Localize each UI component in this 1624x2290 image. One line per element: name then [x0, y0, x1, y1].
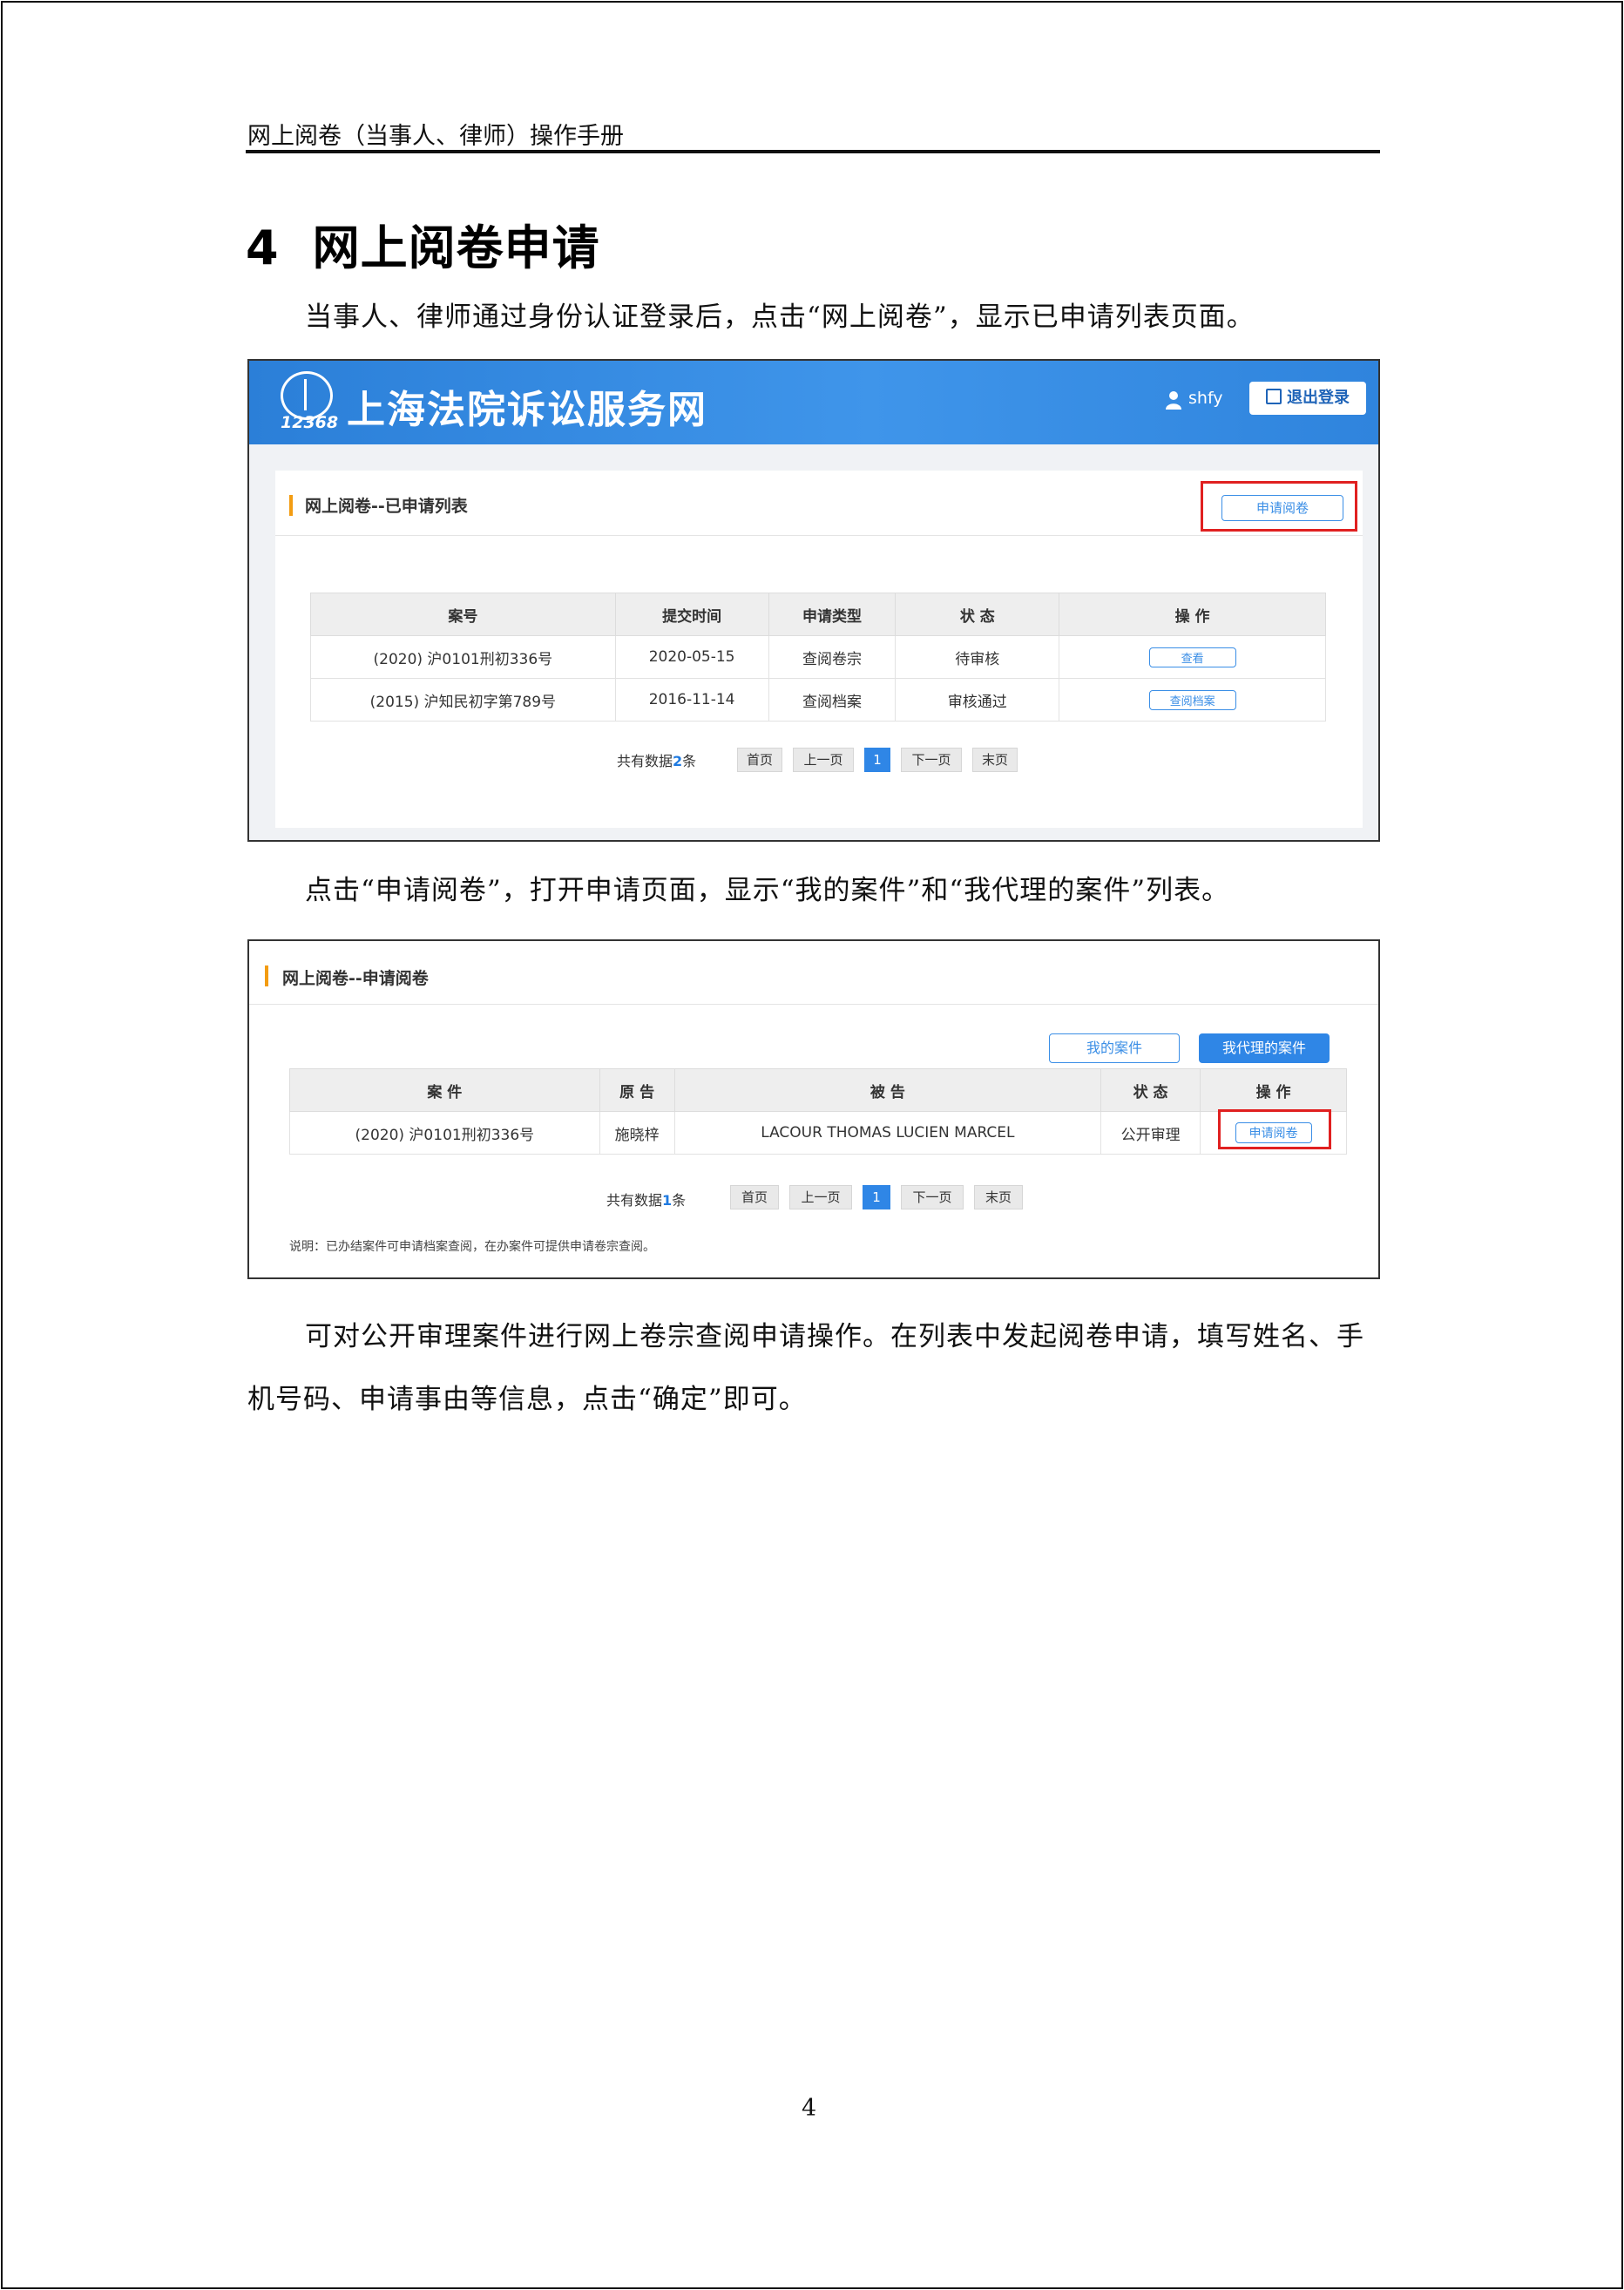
pager-next[interactable]: 下一页: [901, 748, 962, 772]
screenshot-apply-page: 网上阅卷--申请阅卷 我的案件 我代理的案件 案 件 原 告 被 告 状 态 操…: [247, 939, 1380, 1279]
defendant: LACOUR THOMAS LUCIEN MARCEL: [673, 1111, 1102, 1155]
apply-type: 查阅档案: [768, 678, 897, 722]
panel-header: 网上阅卷--已申请列表 申请阅卷: [275, 471, 1363, 536]
page-number: 4: [802, 2095, 817, 2122]
logout-label: 退出登录: [1287, 389, 1350, 407]
status-badge: 待审核: [895, 635, 1060, 679]
case-no: (2015) 沪知民初字第789号: [310, 678, 616, 722]
title-accent-bar: [289, 495, 293, 516]
section-heading: 网上阅卷申请: [312, 220, 600, 275]
case-no: (2020) 沪0101刑初336号: [289, 1111, 600, 1155]
col-action: 操 作: [1200, 1068, 1347, 1112]
table-row: (2015) 沪知民初字第789号 2016-11-14 查阅档案 审核通过 查…: [310, 678, 1326, 722]
site-title: 上海法院诉讼服务网: [347, 388, 707, 432]
action-cell: 查阅档案: [1059, 678, 1326, 722]
col-plaintiff: 原 告: [599, 1068, 675, 1112]
table-row: (2020) 沪0101刑初336号 施晓梓 LACOUR THOMAS LUC…: [289, 1111, 1347, 1155]
section-number: 4: [246, 220, 280, 275]
logo-number: 12368: [281, 413, 339, 432]
pager-first[interactable]: 首页: [730, 1185, 779, 1209]
header-rule: [246, 150, 1380, 153]
submit-time: 2020-05-15: [614, 635, 769, 679]
pager-last[interactable]: 末页: [972, 748, 1018, 772]
note-text: 说明：已办结案件可申请档案查阅，在办案件可提供申请卷宗查阅。: [289, 1240, 655, 1254]
table-header-row: 案 件 原 告 被 告 状 态 操 作: [289, 1068, 1347, 1112]
user-icon: [1166, 391, 1181, 410]
section-title: 4 网上阅卷申请: [246, 209, 600, 278]
pager-last[interactable]: 末页: [974, 1185, 1023, 1209]
pager-current[interactable]: 1: [863, 1185, 890, 1209]
plaintiff: 施晓梓: [599, 1111, 675, 1155]
pager-suffix: 条: [682, 753, 697, 769]
action-cell: 查看: [1059, 635, 1326, 679]
col-status: 状 态: [895, 593, 1060, 636]
col-case-no: 案号: [310, 593, 616, 636]
view-archive-button[interactable]: 查阅档案: [1148, 689, 1236, 710]
pager-prefix: 共有数据: [606, 1192, 663, 1209]
username[interactable]: shfy: [1188, 389, 1223, 408]
logout-icon: [1266, 389, 1282, 404]
col-case: 案 件: [289, 1068, 600, 1112]
header-divider: [249, 1004, 1378, 1005]
screenshot-applied-list: 12368 上海法院诉讼服务网 shfy 退出登录 网上阅卷--已申请列表 申请…: [247, 359, 1380, 842]
case-no: (2020) 沪0101刑初336号: [310, 635, 616, 679]
site-banner: 12368 上海法院诉讼服务网 shfy 退出登录: [249, 361, 1378, 444]
pager-prefix: 共有数据: [617, 753, 673, 769]
view-button[interactable]: 查看: [1148, 647, 1236, 667]
col-apply-type: 申请类型: [768, 593, 897, 636]
pager-summary: 共有数据1条: [606, 1189, 686, 1209]
tab-agent-cases[interactable]: 我代理的案件: [1199, 1033, 1330, 1063]
running-header: 网上阅卷（当事人、律师）操作手册: [247, 123, 624, 150]
title-accent-bar: [265, 965, 268, 986]
pager-count: 1: [662, 1192, 673, 1209]
table-row: (2020) 沪0101刑初336号 2020-05-15 查阅卷宗 待审核 查…: [310, 635, 1326, 679]
pager-next[interactable]: 下一页: [901, 1185, 964, 1209]
case-status: 公开审理: [1100, 1111, 1201, 1155]
applied-list-panel: 网上阅卷--已申请列表 申请阅卷 案号 提交时间 申请类型 状 态 操 作 (2…: [275, 471, 1363, 828]
pager-summary: 共有数据2条: [617, 749, 696, 770]
logout-button[interactable]: 退出登录: [1249, 382, 1366, 415]
tab-my-cases[interactable]: 我的案件: [1049, 1033, 1180, 1063]
panel-title: 网上阅卷--已申请列表: [305, 497, 468, 516]
applied-table: 案号 提交时间 申请类型 状 态 操 作 (2020) 沪0101刑初336号 …: [310, 593, 1326, 722]
highlight-box: [1201, 481, 1357, 532]
pager-first[interactable]: 首页: [737, 748, 782, 772]
pager-prev[interactable]: 上一页: [789, 1185, 852, 1209]
cases-table: 案 件 原 告 被 告 状 态 操 作 (2020) 沪0101刑初336号 施…: [289, 1068, 1347, 1155]
status-badge: 审核通过: [895, 678, 1060, 722]
pager-current[interactable]: 1: [864, 748, 890, 772]
pager-suffix: 条: [672, 1192, 687, 1209]
submit-time: 2016-11-14: [614, 678, 769, 722]
col-defendant: 被 告: [673, 1068, 1102, 1112]
col-status: 状 态: [1100, 1068, 1201, 1112]
col-action: 操 作: [1059, 593, 1326, 636]
paragraph-2: 点击“申请阅卷”，打开申请页面，显示“我的案件”和“我代理的案件”列表。: [305, 875, 1230, 906]
pager-count: 2: [673, 753, 683, 769]
paragraph-3-line-1: 可对公开审理案件进行网上卷宗查阅申请操作。在列表中发起阅卷申请，填写姓名、手: [305, 1321, 1364, 1352]
table-header-row: 案号 提交时间 申请类型 状 态 操 作: [310, 593, 1326, 636]
paragraph-1: 当事人、律师通过身份认证登录后，点击“网上阅卷”，显示已申请列表页面。: [305, 301, 1255, 333]
paragraph-3-line-2: 机号码、申请事由等信息，点击“确定”即可。: [247, 1384, 807, 1415]
panel-title: 网上阅卷--申请阅卷: [282, 969, 429, 988]
highlight-box: [1218, 1109, 1331, 1149]
pager-prev[interactable]: 上一页: [793, 748, 854, 772]
col-submit-time: 提交时间: [614, 593, 769, 636]
apply-type: 查阅卷宗: [768, 635, 897, 679]
